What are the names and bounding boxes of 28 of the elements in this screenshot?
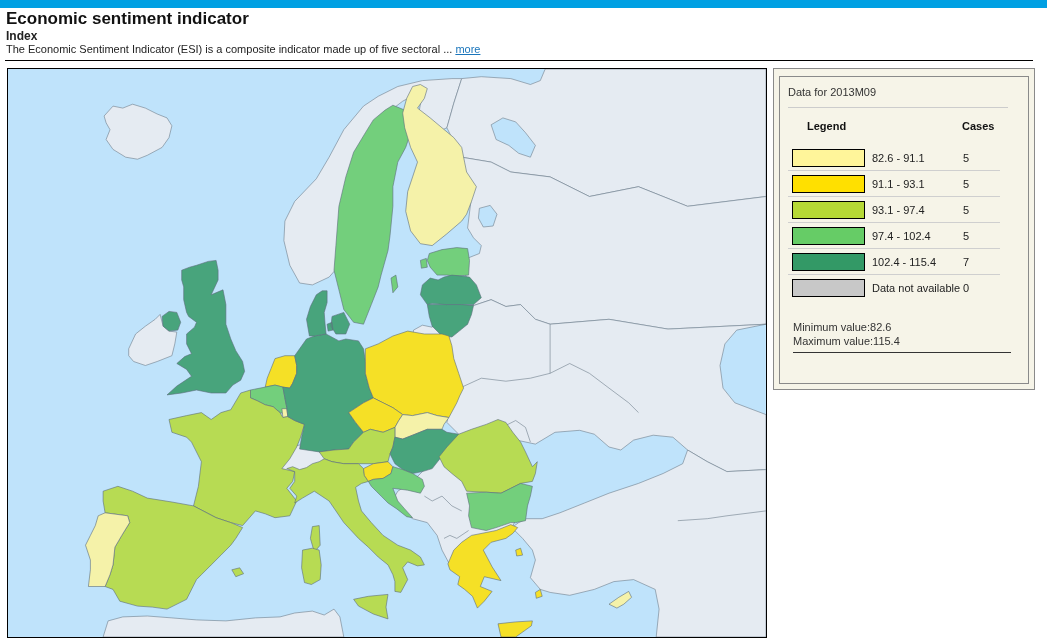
country-region xyxy=(420,274,482,305)
country-region xyxy=(608,591,632,609)
legend-heading: Legend xyxy=(807,119,848,133)
land-region xyxy=(103,103,173,160)
range-label: 97.4 - 102.4 xyxy=(872,228,932,243)
range-label: 91.1 - 93.1 xyxy=(872,176,926,191)
cases-count: 0 xyxy=(963,281,970,295)
border-line xyxy=(424,495,462,512)
border-line xyxy=(505,420,531,443)
description-text: The Economic Sentiment Indicator (ESI) is a composite indicator made up of five sectoral ... more xyxy=(6,43,482,56)
more-link[interactable]: more xyxy=(455,43,481,55)
period-label: Data for 2013M09 xyxy=(788,85,878,99)
land-region xyxy=(128,314,178,366)
cases-count: 5 xyxy=(963,176,970,191)
range-label: Data not available xyxy=(872,281,962,295)
cases-count: 5 xyxy=(963,228,970,243)
cases-heading: Cases xyxy=(962,119,995,133)
range-label: 82.6 - 91.1 xyxy=(872,150,926,165)
range-label: 93.1 - 97.4 xyxy=(872,202,926,217)
maximum-value: Maximum value:115.4 xyxy=(793,334,901,348)
minimum-value: Minimum value:82.6 xyxy=(793,320,893,334)
border-line xyxy=(443,530,469,539)
cases-count: 5 xyxy=(963,202,970,217)
range-label: 102.4 - 115.4 xyxy=(872,254,937,269)
page-title: Economic sentiment indicator xyxy=(6,9,250,29)
subtitle-text: Index xyxy=(6,29,39,43)
cases-count: 7 xyxy=(963,254,970,269)
cases-count: 5 xyxy=(963,150,970,165)
